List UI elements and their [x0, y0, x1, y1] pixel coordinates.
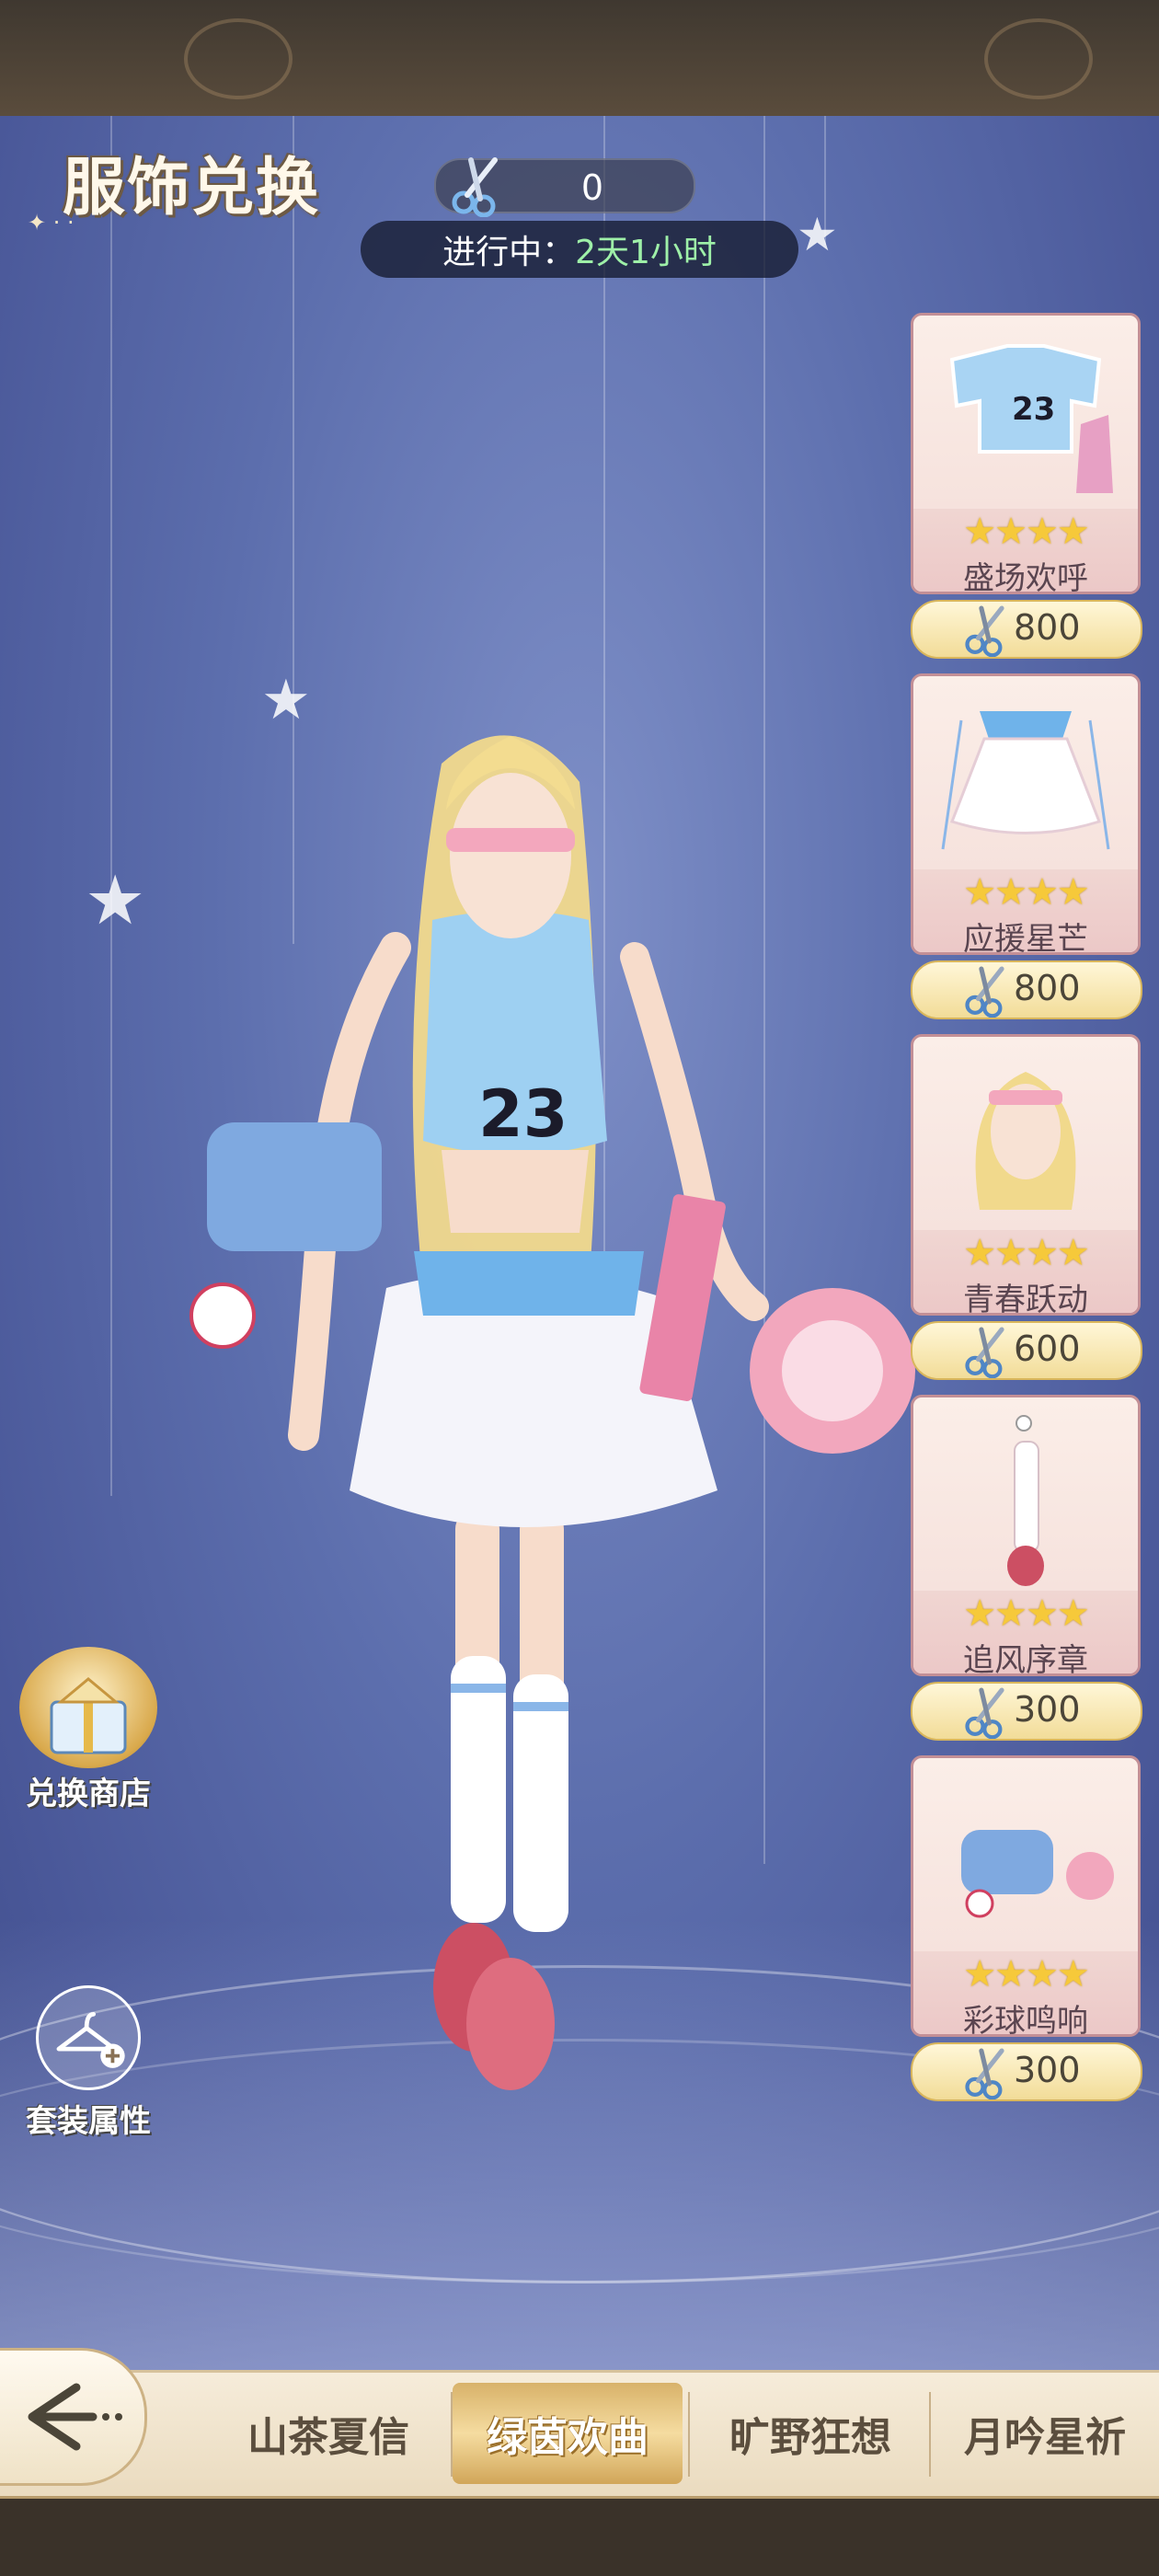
tab-suit-4[interactable]: 月吟星祈 — [931, 2383, 1159, 2484]
item-name: 彩球鸣响 — [963, 2003, 1088, 2037]
item-rarity-stars: ★★★★ — [963, 511, 1089, 553]
scissors-icon — [965, 1687, 1004, 1739]
item-card-body[interactable]: 23 ★★★★ 盛场欢呼 — [911, 313, 1141, 594]
item-name: 追风序章 — [963, 1642, 1088, 1676]
back-button[interactable] — [0, 2348, 147, 2486]
item-rarity-stars: ★★★★ — [963, 1593, 1089, 1635]
item-rarity-stars: ★★★★ — [963, 1953, 1089, 1995]
item-price-button[interactable]: 800 — [911, 960, 1142, 1019]
item-price: 800 — [1014, 607, 1081, 648]
hairstyle-icon — [975, 1072, 1076, 1210]
status-label: 进行中： — [442, 234, 576, 271]
event-status: 进行中： 2天1小时 — [361, 221, 798, 278]
tab-suit-1[interactable]: 山茶夏信 — [213, 2383, 443, 2484]
outfit-attributes-button[interactable]: 套装属性 — [6, 1985, 171, 2141]
item-card-body[interactable]: ★★★★ 彩球鸣响 — [911, 1755, 1141, 2037]
exchange-item-card[interactable]: ★★★★ 追风序章 300 — [911, 1395, 1142, 1755]
currency-counter: 0 — [434, 157, 695, 217]
item-name: 盛场欢呼 — [963, 560, 1088, 594]
item-price: 300 — [1014, 2050, 1081, 2090]
exchange-item-list: 23 ★★★★ 盛场欢呼 800 ★★★★ 应援星芒 800 ★★★★ 青春跃动… — [911, 313, 1142, 2116]
exchange-item-card[interactable]: ★★★★ 青春跃动 600 — [911, 1034, 1142, 1395]
scissors-icon — [965, 1327, 1004, 1378]
gift-box-icon — [50, 1677, 127, 1754]
item-price-button[interactable]: 600 — [911, 1321, 1142, 1380]
hanger-plus-icon — [36, 1985, 141, 2090]
page-title: 服饰兑换 — [63, 152, 321, 224]
item-price: 300 — [1014, 1689, 1081, 1730]
exchange-shop-label: 兑换商店 — [26, 1776, 151, 1812]
item-rarity-stars: ★★★★ — [963, 871, 1089, 914]
tab-divider — [688, 2392, 690, 2477]
tab-suit-2-active[interactable]: 绿茵欢曲 — [453, 2383, 683, 2484]
exchange-item-card[interactable]: ★★★★ 彩球鸣响 300 — [911, 1755, 1142, 2116]
svg-text:23: 23 — [1012, 391, 1055, 428]
skirt-icon — [941, 711, 1110, 850]
exchange-item-card[interactable]: ★★★★ 应援星芒 800 — [911, 673, 1142, 1034]
item-price: 800 — [1014, 968, 1081, 1008]
item-name: 应援星芒 — [963, 921, 1088, 955]
bag-pompom-icon — [961, 1830, 1114, 1918]
exchange-item-card[interactable]: 23 ★★★★ 盛场欢呼 800 — [911, 313, 1142, 673]
scissors-icon — [452, 157, 498, 217]
item-card-body[interactable]: ★★★★ 应援星芒 — [911, 673, 1141, 955]
tab-suit-3[interactable]: 旷野狂想 — [695, 2383, 925, 2484]
item-rarity-stars: ★★★★ — [963, 1232, 1089, 1274]
currency-amount: 0 — [580, 167, 604, 208]
item-price-button[interactable]: 800 — [911, 600, 1142, 659]
sparkle-icon: ✦ · · — [28, 210, 75, 236]
item-price-button[interactable]: 300 — [911, 2042, 1142, 2101]
outfit-attributes-label: 套装属性 — [26, 2103, 151, 2140]
hanger-icon — [56, 2011, 125, 2068]
scissors-icon — [965, 966, 1004, 1018]
svg-text:23: 23 — [478, 1076, 568, 1152]
jersey-top-icon: 23 — [949, 344, 1113, 493]
status-time-remaining: 2天1小时 — [575, 234, 717, 271]
exchange-shop-button[interactable]: 兑换商店 — [6, 1647, 171, 1813]
item-name: 青春跃动 — [963, 1282, 1088, 1316]
scissors-icon — [965, 2048, 1004, 2099]
item-card-body[interactable]: ★★★★ 追风序章 — [911, 1395, 1141, 1676]
item-price-button[interactable]: 300 — [911, 1682, 1142, 1741]
scissors-icon — [965, 605, 1004, 657]
item-card-body[interactable]: ★★★★ 青春跃动 — [911, 1034, 1141, 1316]
socks-shoes-icon — [1007, 1415, 1044, 1586]
shop-gift-icon — [19, 1647, 157, 1768]
back-arrow-icon — [28, 2383, 122, 2451]
item-price: 600 — [1014, 1328, 1081, 1369]
